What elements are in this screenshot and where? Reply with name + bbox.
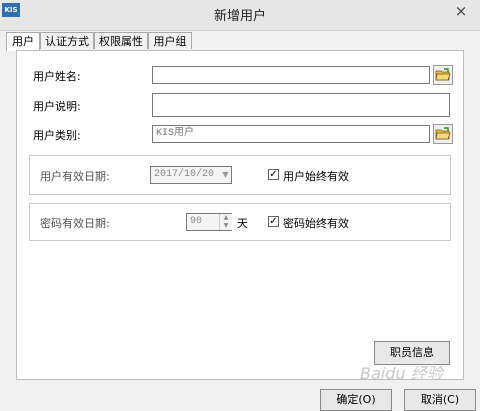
user-always-valid-label: 用户始终有效 — [283, 170, 349, 183]
spin-down-icon[interactable]: ▼ — [220, 222, 232, 230]
title-bar: KIS 新增用户 × — [0, 0, 480, 31]
user-validity-label: 用户有效日期: — [40, 170, 110, 183]
user-type-browse-button[interactable] — [433, 124, 453, 144]
user-name-input[interactable] — [152, 66, 430, 84]
user-name-browse-button[interactable] — [433, 65, 453, 85]
password-validity-group: 密码有效日期: 90 ▲ ▼ 天 ✓ 密码始终有效 — [29, 203, 451, 241]
folder-open-icon — [435, 127, 451, 140]
password-days-unit: 天 — [237, 217, 248, 230]
folder-open-icon — [435, 68, 451, 81]
user-always-valid-checkbox[interactable]: ✓ — [268, 169, 279, 180]
watermark: Baidu 经验 — [360, 364, 443, 383]
cancel-button[interactable]: 取消(C) — [404, 389, 476, 411]
tab-auth-method[interactable]: 认证方式 — [40, 32, 94, 49]
user-type-label: 用户类别: — [33, 129, 81, 142]
user-desc-input[interactable] — [152, 93, 450, 117]
password-always-valid-label: 密码始终有效 — [283, 217, 349, 230]
user-type-input[interactable]: KIS用户 — [152, 125, 430, 143]
window-title: 新增用户 — [213, 9, 266, 24]
tab-panel-user: 用户姓名: 用户说明: 用户类别: KIS用户 用户有效日期: 2017/10/… — [16, 50, 464, 380]
chevron-down-icon[interactable]: ▼ — [220, 167, 231, 183]
ok-button[interactable]: 确定(O) — [320, 389, 392, 411]
spin-up-icon[interactable]: ▲ — [220, 214, 232, 222]
user-desc-label: 用户说明: — [33, 100, 81, 113]
close-button[interactable]: × — [448, 0, 474, 22]
dialog-window: KIS 新增用户 × 用户 认证方式 权限属性 用户组 用户姓名: 用户说明: … — [0, 0, 480, 411]
password-always-valid-checkbox[interactable]: ✓ — [268, 216, 279, 227]
user-name-label: 用户姓名: — [33, 70, 81, 83]
password-days-spinner[interactable]: ▲ ▼ — [219, 214, 232, 230]
user-validity-group: 用户有效日期: 2017/10/20 ▼ ✓ 用户始终有效 — [29, 155, 451, 195]
tab-permission-attrs[interactable]: 权限属性 — [94, 32, 148, 49]
password-validity-label: 密码有效日期: — [40, 217, 110, 230]
tab-user-group[interactable]: 用户组 — [148, 32, 192, 49]
tab-user[interactable]: 用户 — [6, 32, 40, 51]
